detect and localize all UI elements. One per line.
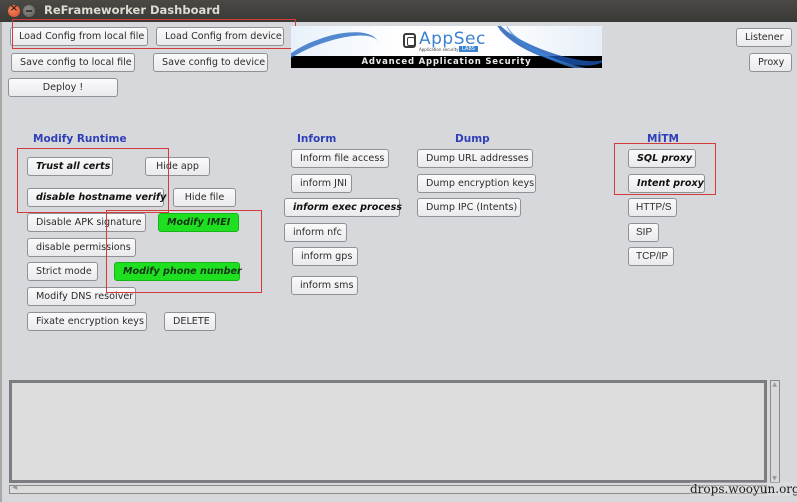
inform-file-access-button[interactable]: Inform file access [291, 149, 389, 168]
hide-file-button[interactable]: Hide file [173, 188, 236, 207]
load-config-local-button[interactable]: Load Config from local file [10, 27, 148, 46]
fixate-encryption-keys-button[interactable]: Fixate encryption keys [27, 312, 147, 331]
sip-button[interactable]: SIP [628, 223, 659, 242]
scroll-up-icon[interactable]: ▲ [771, 381, 778, 388]
section-title-modify-runtime: Modify Runtime [33, 133, 127, 145]
save-config-local-button[interactable]: Save config to local file [11, 53, 135, 72]
minimize-icon [26, 10, 32, 12]
appsec-banner: AppSec Application security LABS Advance… [291, 26, 602, 68]
hide-app-button[interactable]: Hide app [145, 157, 210, 176]
scroll-down-icon[interactable]: ▼ [771, 475, 778, 482]
scroll-left-icon[interactable]: ◀ [12, 483, 17, 491]
disable-permissions-button[interactable]: disable permissions [27, 238, 136, 257]
disable-hostname-verify-button[interactable]: disable hostname verify [27, 188, 166, 207]
watermark: drops.wooyun.org [690, 482, 797, 496]
minimize-button[interactable] [23, 5, 35, 17]
console-horizontal-scrollbar[interactable]: ◀ [9, 483, 767, 494]
strict-mode-button[interactable]: Strict mode [27, 262, 98, 281]
inform-sms-button[interactable]: inform sms [291, 276, 358, 295]
https-button[interactable]: HTTP/S [628, 198, 677, 217]
sql-proxy-button[interactable]: SQL proxy [628, 149, 696, 168]
dump-url-addresses-button[interactable]: Dump URL addresses [417, 149, 533, 168]
console-vertical-scrollbar[interactable]: ▲ ▼ [770, 380, 780, 483]
proxy-button[interactable]: Proxy [749, 53, 792, 72]
modify-imei-button[interactable]: Modify IMEI [158, 213, 239, 232]
tcpip-button[interactable]: TCP/IP [628, 247, 674, 266]
delete-button[interactable]: DELETE [164, 312, 216, 331]
title-bar: × ReFrameworker Dashboard [0, 0, 797, 22]
intent-proxy-button[interactable]: Intent proxy [628, 174, 705, 193]
modify-phone-number-button[interactable]: Modify phone number [114, 262, 242, 281]
console-output[interactable] [9, 380, 767, 483]
trust-all-certs-button[interactable]: Trust all certs [27, 157, 113, 176]
inform-gps-button[interactable]: inform gps [292, 247, 358, 266]
section-title-dump: Dump [455, 133, 490, 145]
inform-nfc-button[interactable]: inform nfc [284, 223, 347, 242]
save-config-device-button[interactable]: Save config to device [153, 53, 268, 72]
deploy-button[interactable]: Deploy ! [8, 78, 118, 97]
window-title: ReFrameworker Dashboard [44, 3, 221, 17]
load-config-device-button[interactable]: Load Config from device [156, 27, 284, 46]
disable-apk-signature-button[interactable]: Disable APK signature [27, 213, 146, 232]
inform-exec-process-button[interactable]: inform exec process [284, 198, 402, 217]
inform-jni-button[interactable]: inform JNI [291, 174, 352, 193]
dump-ipc-intents-button[interactable]: Dump IPC (Intents) [417, 198, 521, 217]
appsec-logo-labs: LABS [459, 46, 478, 52]
appsec-logo-subtitle: Application security [419, 47, 459, 52]
section-title-mitm: MİTM [647, 133, 679, 145]
section-title-inform: Inform [297, 133, 337, 145]
close-icon: × [9, 3, 19, 14]
window-left-edge [0, 22, 2, 502]
banner-tagline: Advanced Application Security [361, 57, 532, 67]
appsec-logo-icon [403, 33, 416, 48]
modify-dns-resolver-button[interactable]: Modify DNS resolver [27, 287, 136, 306]
close-button[interactable]: × [8, 3, 20, 17]
listener-button[interactable]: Listener [736, 28, 792, 47]
dump-encryption-keys-button[interactable]: Dump encryption keys [417, 174, 536, 193]
